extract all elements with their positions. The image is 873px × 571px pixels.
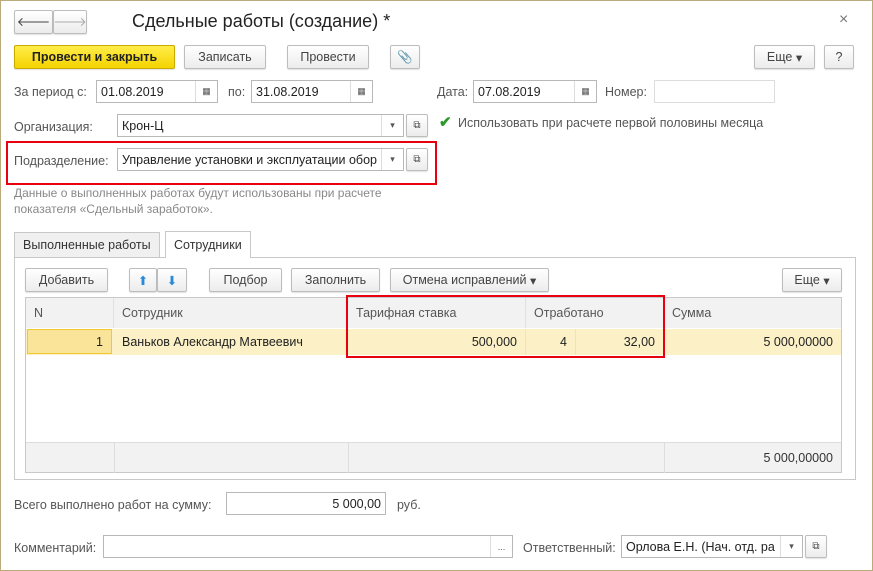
period-from-label: За период с: bbox=[14, 85, 87, 99]
date-label: Дата: bbox=[437, 85, 469, 99]
highlight-rate-worked bbox=[346, 295, 665, 358]
help-button[interactable]: ? bbox=[824, 45, 854, 69]
date-field[interactable]: 07.08.2019 ▦ bbox=[473, 80, 597, 103]
responsible-field[interactable]: Орлова Е.Н. (Нач. отд. ра ▾ bbox=[621, 535, 803, 558]
number-field[interactable] bbox=[654, 80, 775, 103]
dept-value: Управление установки и эксплуатации обор bbox=[122, 152, 377, 167]
dropdown-icon[interactable]: ▾ bbox=[381, 115, 403, 136]
period-to-field[interactable]: 31.08.2019 ▦ bbox=[251, 80, 373, 103]
responsible-label: Ответственный: bbox=[523, 541, 616, 555]
tab-employees[interactable]: Сотрудники bbox=[165, 231, 251, 258]
period-to-label: по: bbox=[228, 85, 246, 99]
arrow-down-icon: ⬇ bbox=[166, 273, 178, 288]
calendar-icon[interactable]: ▦ bbox=[350, 81, 372, 102]
col-n[interactable]: N bbox=[26, 298, 114, 328]
dept-field[interactable]: Управление установки и эксплуатации обор… bbox=[117, 148, 404, 171]
arrow-right-icon: 🡒 bbox=[53, 14, 87, 29]
attach-button[interactable]: 📎 bbox=[390, 45, 420, 69]
save-button[interactable]: Записать bbox=[184, 45, 266, 69]
org-value: Крон-Ц bbox=[122, 118, 164, 133]
arrow-up-icon: ⬆ bbox=[137, 273, 149, 288]
document-window: 🡐 🡒 Сдельные работы (создание) * × Прове… bbox=[0, 0, 873, 571]
open-icon: ⧉ bbox=[413, 154, 421, 165]
number-label: Номер: bbox=[605, 85, 647, 99]
comment-field[interactable]: ... bbox=[103, 535, 513, 558]
move-up-button[interactable]: ⬆ bbox=[129, 268, 157, 292]
total-label: Всего выполнено работ на сумму: bbox=[14, 498, 212, 512]
cancel-fix-label: Отмена исправлений bbox=[402, 273, 527, 287]
first-half-label: Использовать при расчете первой половины… bbox=[458, 116, 764, 130]
more-button[interactable]: Еще ▾ bbox=[754, 45, 815, 69]
currency-label: руб. bbox=[397, 498, 421, 512]
info-note: Данные о выполненных работах будут испол… bbox=[14, 186, 382, 216]
cell-sum[interactable]: 5 000,00000 bbox=[664, 329, 841, 355]
period-from-value: 01.08.2019 bbox=[101, 84, 164, 99]
dept-label: Подразделение: bbox=[14, 154, 109, 168]
calendar-icon[interactable]: ▦ bbox=[574, 81, 596, 102]
table-more-button[interactable]: Еще ▾ bbox=[782, 268, 842, 292]
arrow-left-icon: 🡐 bbox=[16, 14, 51, 29]
open-responsible-button[interactable]: ⧉ bbox=[805, 535, 827, 558]
pick-button[interactable]: Подбор bbox=[209, 268, 282, 292]
first-half-checkbox[interactable]: ✔ bbox=[439, 113, 452, 131]
period-to-value: 31.08.2019 bbox=[256, 84, 319, 99]
table-footer: 5 000,00000 bbox=[26, 442, 841, 473]
comment-label: Комментарий: bbox=[14, 541, 97, 555]
period-from-field[interactable]: 01.08.2019 ▦ bbox=[96, 80, 218, 103]
comment-select-button[interactable]: ... bbox=[490, 536, 512, 557]
move-down-button[interactable]: ⬇ bbox=[157, 268, 187, 292]
cancel-fix-button[interactable]: Отмена исправлений ▾ bbox=[390, 268, 549, 292]
table-more-label: Еще bbox=[794, 273, 820, 287]
forward-button[interactable]: 🡒 bbox=[53, 10, 87, 34]
org-field[interactable]: Крон-Ц ▾ bbox=[117, 114, 404, 137]
dropdown-icon[interactable]: ▾ bbox=[381, 149, 403, 170]
add-button[interactable]: Добавить bbox=[25, 268, 108, 292]
footer-sum: 5 000,00000 bbox=[763, 451, 833, 465]
col-sum[interactable]: Сумма bbox=[664, 298, 841, 328]
post-button[interactable]: Провести bbox=[287, 45, 369, 69]
org-label: Организация: bbox=[14, 120, 93, 134]
back-button[interactable]: 🡐 bbox=[14, 10, 53, 34]
responsible-value: Орлова Е.Н. (Нач. отд. ра bbox=[626, 539, 775, 554]
open-dept-button[interactable]: ⧉ bbox=[406, 148, 428, 171]
calendar-icon[interactable]: ▦ bbox=[195, 81, 217, 102]
close-icon[interactable]: × bbox=[839, 11, 848, 29]
tab-completed-works[interactable]: Выполненные работы bbox=[14, 232, 160, 257]
cell-n[interactable]: 1 bbox=[27, 329, 112, 354]
col-employee[interactable]: Сотрудник bbox=[114, 298, 348, 328]
fill-button[interactable]: Заполнить bbox=[291, 268, 380, 292]
total-field: 5 000,00 bbox=[226, 492, 386, 515]
dropdown-icon[interactable]: ▾ bbox=[780, 536, 802, 557]
more-label: Еще bbox=[766, 50, 793, 64]
open-org-button[interactable]: ⧉ bbox=[406, 114, 428, 137]
paperclip-icon: 📎 bbox=[397, 49, 413, 64]
open-icon: ⧉ bbox=[812, 541, 820, 552]
window-title: Сдельные работы (создание) * bbox=[132, 11, 391, 31]
date-value: 07.08.2019 bbox=[478, 84, 541, 99]
post-and-close-button[interactable]: Провести и закрыть bbox=[14, 45, 175, 69]
open-icon: ⧉ bbox=[413, 120, 421, 131]
cell-employee[interactable]: Ваньков Александр Матвеевич bbox=[114, 329, 348, 355]
